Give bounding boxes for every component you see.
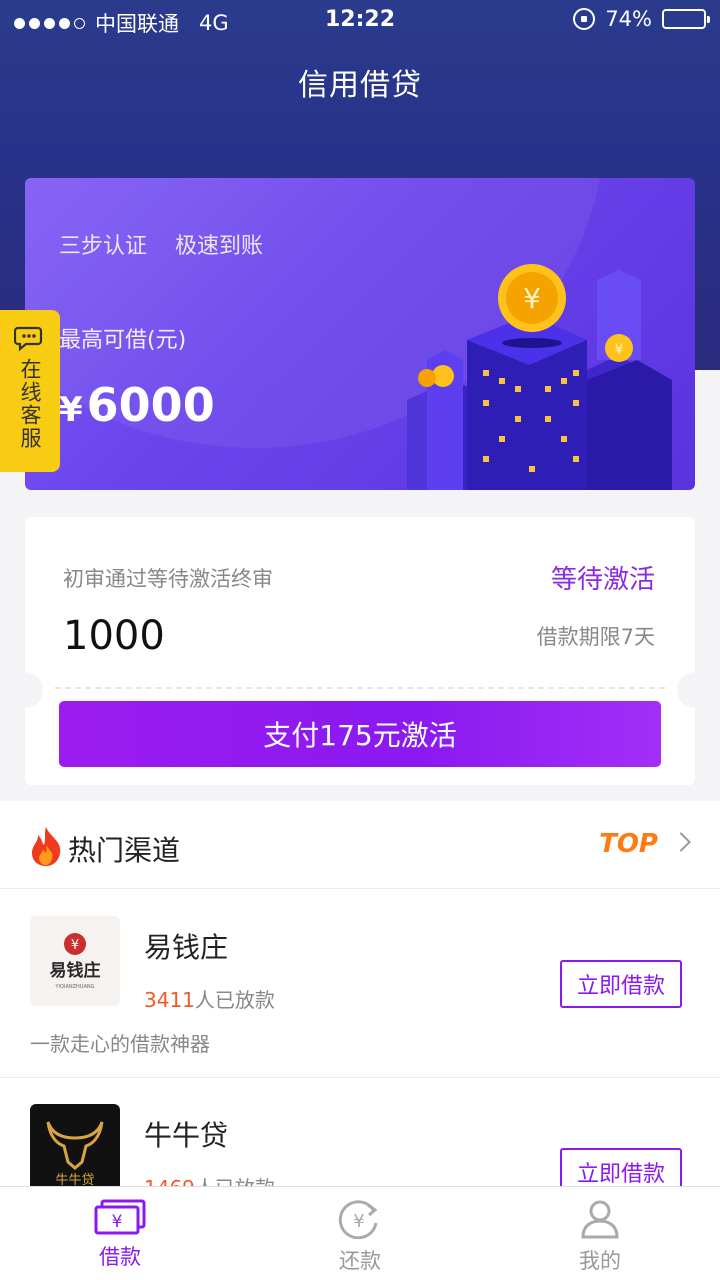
hero-tag-steps: 三步认证 — [59, 234, 148, 259]
svg-text:¥: ¥ — [353, 1211, 364, 1232]
tab-label: 我的 — [579, 1249, 621, 1273]
tab-mine[interactable]: 我的 — [480, 1187, 720, 1280]
loan-status-card: 初审通过等待激活终审 等待激活 1000 借款期限7天 支付175元激活 — [7, 517, 713, 785]
divider — [55, 687, 665, 689]
status-bar: 中国联通 4G 12:22 74% — [0, 0, 720, 40]
hero-card: 三步认证 极速到账 最高可借(元) ¥6000 ¥ ¥ — [25, 178, 695, 490]
loan-status: 等待激活 — [550, 565, 655, 595]
tab-loan[interactable]: ¥ 借款 — [0, 1187, 240, 1280]
hot-channels-header[interactable]: 热门渠道 TOP — [0, 801, 720, 889]
max-loan-value: 6000 — [86, 378, 215, 432]
svg-text:¥: ¥ — [615, 342, 624, 358]
niuniudai-logo: 牛牛贷 — [30, 1104, 120, 1194]
svg-text:¥: ¥ — [523, 282, 541, 315]
logo-subtext: YIQIANZHUANG — [55, 984, 95, 990]
tab-bar: ¥ 借款 ¥ 还款 我的 — [0, 1186, 720, 1280]
hero-tag-fast: 极速到账 — [175, 234, 264, 259]
lent-count-suffix: 人已放款 — [194, 988, 275, 1012]
hero-tags: 三步认证 极速到账 — [59, 228, 263, 260]
tab-repay[interactable]: ¥ 还款 — [240, 1187, 480, 1280]
user-icon — [581, 1200, 619, 1239]
tab-label: 还款 — [339, 1249, 381, 1273]
page-title: 信用借贷 — [298, 68, 422, 103]
rotation-lock-icon — [573, 8, 596, 30]
hot-channels-title: 热门渠道 — [68, 834, 181, 867]
online-service-button[interactable]: 在线客服 — [0, 310, 60, 472]
loan-icon: ¥ — [94, 1199, 146, 1235]
repay-icon: ¥ — [338, 1200, 378, 1239]
yiqianzhuang-logo: ¥ 易钱庄 YIQIANZHUANG — [30, 916, 120, 1006]
top-badge: TOP — [599, 829, 658, 859]
channel-name: 牛牛贷 — [144, 1119, 229, 1152]
online-service-label: 在线客服 — [18, 358, 42, 450]
loan-description: 初审通过等待激活终审 — [63, 567, 273, 591]
svg-text:¥: ¥ — [112, 1212, 123, 1232]
lent-count: 3411人已放款 — [144, 984, 275, 1013]
battery-icon — [662, 9, 710, 29]
flame-icon — [32, 827, 61, 866]
list-item[interactable]: ¥ 易钱庄 YIQIANZHUANG 易钱庄 3411人已放款 一款走心的借款神… — [0, 890, 720, 1078]
max-loan-label: 最高可借(元) — [59, 328, 187, 353]
city-coin-illustration: ¥ ¥ — [407, 264, 672, 490]
chevron-right-icon — [671, 832, 691, 852]
borrow-now-button[interactable]: 立即借款 — [560, 960, 682, 1008]
pay-activate-button[interactable]: 支付175元激活 — [59, 701, 661, 767]
channel-tagline: 一款走心的借款神器 — [30, 1032, 210, 1056]
currency-symbol: ¥ — [59, 390, 83, 430]
loan-amount: 1000 — [63, 613, 165, 659]
svg-text:¥: ¥ — [71, 938, 79, 953]
channel-name: 易钱庄 — [144, 931, 229, 964]
logo-text: 易钱庄 — [50, 960, 101, 981]
loan-term: 借款期限7天 — [536, 625, 655, 649]
battery-percent: 74% — [605, 7, 652, 31]
tab-label: 借款 — [99, 1245, 141, 1269]
lent-count-number: 3411 — [144, 988, 195, 1012]
max-loan-amount: ¥6000 — [59, 378, 215, 432]
chat-icon — [14, 326, 43, 352]
